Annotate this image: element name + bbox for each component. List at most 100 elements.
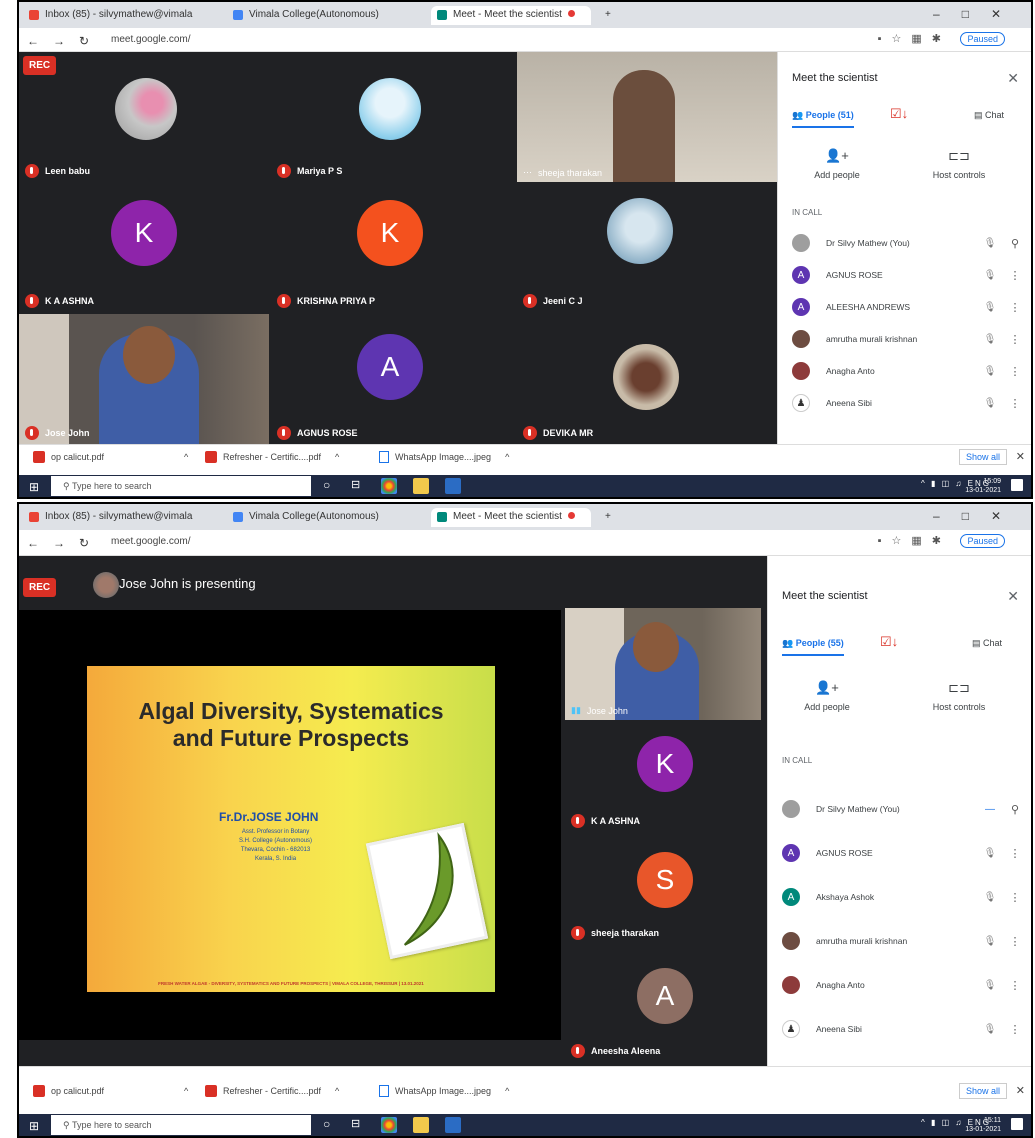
close-icon[interactable]: ✕ bbox=[1016, 1084, 1025, 1097]
participant-video-tile[interactable]: Jose John bbox=[19, 314, 269, 444]
new-tab-button[interactable]: + bbox=[597, 6, 621, 25]
tab-vimala[interactable]: Vimala College(Autonomous) bbox=[227, 508, 427, 527]
more-icon[interactable]: ⋮ bbox=[1005, 847, 1025, 860]
chevron-up-icon[interactable]: ^ bbox=[505, 452, 509, 462]
file-explorer-icon[interactable] bbox=[413, 478, 429, 494]
file-explorer-icon[interactable] bbox=[413, 1117, 429, 1133]
new-tab-button[interactable]: + bbox=[597, 508, 621, 527]
chevron-up-icon[interactable]: ^ bbox=[335, 452, 339, 462]
window-controls[interactable]: –□✕ bbox=[933, 509, 1023, 523]
task-view-icon[interactable]: ⊟ bbox=[351, 478, 367, 494]
more-icon[interactable]: ⋮ bbox=[1005, 979, 1025, 992]
participant-video-tile[interactable]: ⋯ sheeja tharakan bbox=[517, 52, 777, 182]
download-item[interactable]: Refresher - Certific....pdf ^ bbox=[205, 1085, 339, 1097]
more-icon[interactable]: ⋮ bbox=[1005, 891, 1025, 904]
taskbar-search[interactable]: ⚲ Type here to search bbox=[51, 476, 311, 496]
word-icon[interactable] bbox=[445, 1117, 461, 1133]
chevron-up-icon[interactable]: ^ bbox=[335, 1086, 339, 1096]
clock[interactable]: 15:11 13-01-2021 bbox=[965, 1116, 1001, 1134]
participant-row[interactable]: A ALEESHA ANDREWS 🎙 ⋮ bbox=[792, 294, 1025, 320]
host-controls-button[interactable]: ⊏⊐ Host controls bbox=[914, 680, 1004, 712]
window-controls[interactable]: –□✕ bbox=[933, 7, 1023, 21]
pin-icon[interactable]: ⚲ bbox=[1005, 803, 1025, 816]
mic-off-icon[interactable]: 🎙 bbox=[975, 848, 1005, 859]
presentation-area[interactable]: Algal Diversity, Systematics and Future P… bbox=[19, 610, 561, 1040]
participant-tile[interactable]: Leen babu bbox=[19, 52, 269, 182]
participant-row[interactable]: Anagha Anto 🎙 ⋮ bbox=[792, 358, 1025, 384]
tab-people[interactable]: 👥 People (55) bbox=[782, 638, 844, 656]
download-item[interactable]: WhatsApp Image....jpeg ^ bbox=[379, 451, 509, 463]
chevron-up-icon[interactable]: ^ bbox=[184, 1086, 188, 1096]
taskbar-search[interactable]: ⚲ Type here to search bbox=[51, 1115, 311, 1135]
participant-video-tile[interactable]: ▮▮ Jose John bbox=[565, 608, 761, 720]
participant-tile[interactable]: S sheeja tharakan bbox=[565, 836, 761, 944]
word-icon[interactable] bbox=[445, 478, 461, 494]
tab-vimala[interactable]: Vimala College(Autonomous) bbox=[227, 6, 427, 25]
participant-tile[interactable]: A AGNUS ROSE bbox=[271, 314, 517, 444]
speaking-icon[interactable]: — bbox=[975, 804, 1005, 815]
mic-off-icon[interactable]: 🎙 bbox=[975, 302, 1005, 313]
participant-row[interactable]: Dr Silvy Mathew (You) 🎙 ⚲ bbox=[792, 230, 1025, 256]
participant-row[interactable]: Dr Silvy Mathew (You) — ⚲ bbox=[782, 796, 1025, 822]
download-item[interactable]: WhatsApp Image....jpeg ^ bbox=[379, 1085, 509, 1097]
pin-icon[interactable]: ⚲ bbox=[1005, 237, 1025, 250]
url-field[interactable]: meet.google.com/ bbox=[111, 34, 191, 45]
mic-off-icon[interactable]: 🎙 bbox=[975, 270, 1005, 281]
task-view-icon[interactable]: ⊟ bbox=[351, 1117, 367, 1133]
participant-row[interactable]: ♟ Aneena Sibi 🎙 ⋮ bbox=[792, 390, 1025, 416]
tab-chat[interactable]: ▤ Chat bbox=[974, 110, 1004, 121]
show-all-button[interactable]: Show all bbox=[958, 1083, 1007, 1099]
mic-off-icon[interactable]: 🎙 bbox=[975, 1024, 1005, 1035]
tab-people[interactable]: 👥 People (51) bbox=[792, 110, 854, 128]
host-controls-button[interactable]: ⊏⊐ Host controls bbox=[914, 148, 1004, 180]
more-icon[interactable]: ⋮ bbox=[1005, 935, 1025, 948]
chevron-up-icon[interactable]: ^ bbox=[505, 1086, 509, 1096]
extensions-icon[interactable]: ▪☆▦✱ bbox=[878, 534, 951, 547]
url-field[interactable]: meet.google.com/ bbox=[111, 536, 191, 547]
more-icon[interactable]: ⋮ bbox=[1005, 397, 1025, 410]
chrome-icon[interactable] bbox=[381, 478, 397, 494]
nav-buttons[interactable]: ←→↻ bbox=[27, 34, 103, 48]
tab-chat[interactable]: ▤ Chat bbox=[972, 638, 1002, 649]
mic-off-icon[interactable]: 🎙 bbox=[975, 398, 1005, 409]
participant-row[interactable]: A Akshaya Ashok 🎙 ⋮ bbox=[782, 884, 1025, 910]
add-people-button[interactable]: 👤+ Add people bbox=[782, 680, 872, 712]
more-icon[interactable]: ⋮ bbox=[1005, 301, 1025, 314]
nav-buttons[interactable]: ←→↻ bbox=[27, 536, 103, 550]
more-icon[interactable]: ⋮ bbox=[1005, 333, 1025, 346]
cortana-icon[interactable]: ○ bbox=[323, 1117, 339, 1133]
participant-row[interactable]: amrutha murali krishnan 🎙 ⋮ bbox=[792, 326, 1025, 352]
profile-button[interactable]: Paused bbox=[960, 32, 1005, 46]
participant-tile[interactable]: Jeeni C J bbox=[517, 184, 777, 312]
participant-tile[interactable]: Mariya P S bbox=[271, 52, 517, 182]
close-icon[interactable]: ✕ bbox=[1007, 588, 1019, 605]
mic-off-icon[interactable]: 🎙 bbox=[975, 366, 1005, 377]
tab-meet[interactable]: Meet - Meet the scientist bbox=[431, 6, 591, 25]
download-item[interactable]: op calicut.pdf ^ bbox=[33, 1085, 188, 1097]
participant-row[interactable]: amrutha murali krishnan 🎙 ⋮ bbox=[782, 928, 1025, 954]
participant-tile[interactable]: K K A ASHNA bbox=[19, 184, 269, 312]
participant-tile[interactable]: A Aneesha Aleena bbox=[565, 948, 761, 1062]
chevron-up-icon[interactable]: ^ bbox=[184, 452, 188, 462]
cortana-icon[interactable]: ○ bbox=[323, 478, 339, 494]
participant-tile[interactable]: DEVIKA MR bbox=[517, 314, 777, 444]
participant-row[interactable]: A AGNUS ROSE 🎙 ⋮ bbox=[782, 840, 1025, 866]
clock[interactable]: 15:09 13-01-2021 bbox=[965, 477, 1001, 495]
participant-tile[interactable]: K K A ASHNA bbox=[565, 724, 761, 832]
extensions-icon[interactable]: ▪☆▦✱ bbox=[878, 32, 951, 45]
close-icon[interactable]: ✕ bbox=[1007, 70, 1019, 87]
tab-gmail[interactable]: Inbox (85) - silvymathew@vimala bbox=[23, 6, 223, 25]
mic-off-icon[interactable]: 🎙 bbox=[975, 936, 1005, 947]
tab-gmail[interactable]: Inbox (85) - silvymathew@vimala bbox=[23, 508, 223, 527]
profile-button[interactable]: Paused bbox=[960, 534, 1005, 548]
download-item[interactable]: op calicut.pdf ^ bbox=[33, 451, 188, 463]
more-icon[interactable]: ⋮ bbox=[1005, 1023, 1025, 1036]
download-item[interactable]: Refresher - Certific....pdf ^ bbox=[205, 451, 339, 463]
mic-off-icon[interactable]: 🎙 bbox=[975, 892, 1005, 903]
show-all-button[interactable]: Show all bbox=[958, 449, 1007, 465]
participant-row[interactable]: ♟ Aneena Sibi 🎙 ⋮ bbox=[782, 1016, 1025, 1042]
participant-tile[interactable]: K KRISHNA PRIYA P bbox=[271, 184, 517, 312]
add-people-button[interactable]: 👤+ Add people bbox=[792, 148, 882, 180]
mic-off-icon[interactable]: 🎙 bbox=[975, 238, 1005, 249]
mic-off-icon[interactable]: 🎙 bbox=[975, 980, 1005, 991]
